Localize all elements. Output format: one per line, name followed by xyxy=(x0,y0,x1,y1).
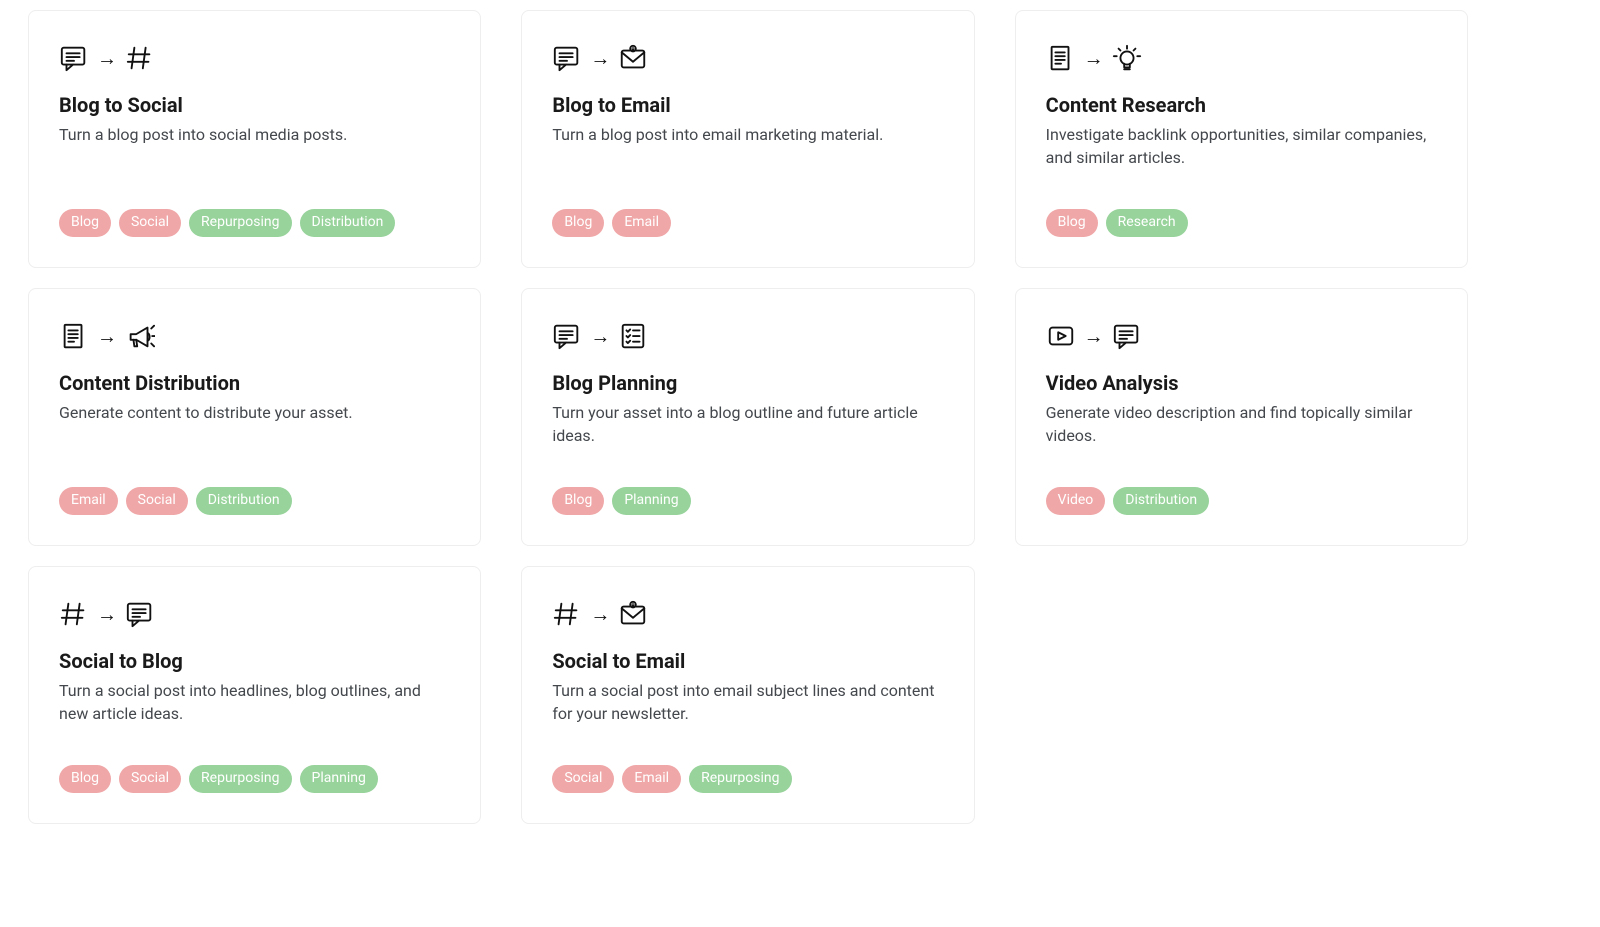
play-icon xyxy=(1046,321,1076,351)
card-tags: Social Email Repurposing xyxy=(552,749,943,793)
card-tags: Blog Social Repurposing Distribution xyxy=(59,193,450,237)
tag-research[interactable]: Research xyxy=(1106,209,1188,237)
tag-social[interactable]: Social xyxy=(119,209,181,237)
tag-planning[interactable]: Planning xyxy=(612,487,690,515)
card-title: Blog Planning xyxy=(552,371,943,395)
tag-planning[interactable]: Planning xyxy=(300,765,378,793)
card-tags: Blog Social Repurposing Planning xyxy=(59,749,450,793)
tag-blog[interactable]: Blog xyxy=(552,487,604,515)
mail-icon xyxy=(618,43,648,73)
arrow-icon: → xyxy=(590,48,610,68)
card-icon-row: → xyxy=(552,597,943,631)
arrow-icon: → xyxy=(590,604,610,624)
card-blog-to-email[interactable]: → Blog to Email Turn a blog post into emai… xyxy=(521,10,974,268)
card-title: Content Distribution xyxy=(59,371,450,395)
tag-social[interactable]: Social xyxy=(126,487,188,515)
card-video-analysis[interactable]: → Video Analysis Generate video descriptio… xyxy=(1015,288,1468,546)
hash-icon xyxy=(552,599,582,629)
card-blog-to-social[interactable]: → Blog to Social Turn a blog post into soc… xyxy=(28,10,481,268)
tag-distribution[interactable]: Distribution xyxy=(196,487,292,515)
arrow-icon: → xyxy=(97,326,117,346)
card-icon-row: → xyxy=(1046,319,1437,353)
card-tags: Blog Email xyxy=(552,193,943,237)
hash-icon xyxy=(59,599,89,629)
card-icon-row: → xyxy=(552,41,943,75)
card-grid: → Blog to Social Turn a blog post into soc… xyxy=(28,10,1468,824)
card-description: Turn a blog post into email marketing ma… xyxy=(552,123,943,146)
hash-icon xyxy=(125,43,155,73)
card-icon-row: → xyxy=(59,597,450,631)
checklist-icon xyxy=(618,321,648,351)
tag-blog[interactable]: Blog xyxy=(552,209,604,237)
card-description: Turn a social post into email subject li… xyxy=(552,679,943,725)
mail-icon xyxy=(618,599,648,629)
chat-icon xyxy=(552,321,582,351)
bulb-icon xyxy=(1112,43,1142,73)
tag-distribution[interactable]: Distribution xyxy=(300,209,396,237)
card-content-research[interactable]: → Content Research Investigate backlink op… xyxy=(1015,10,1468,268)
tag-repurposing[interactable]: Repurposing xyxy=(689,765,791,793)
arrow-icon: → xyxy=(97,48,117,68)
arrow-icon: → xyxy=(97,604,117,624)
card-title: Blog to Email xyxy=(552,93,943,117)
card-icon-row: → xyxy=(59,41,450,75)
doc-icon xyxy=(59,321,89,351)
tag-repurposing[interactable]: Repurposing xyxy=(189,765,291,793)
card-title: Social to Email xyxy=(552,649,943,673)
tag-distribution[interactable]: Distribution xyxy=(1113,487,1209,515)
tag-video[interactable]: Video xyxy=(1046,487,1106,515)
card-icon-row: → xyxy=(59,319,450,353)
tag-social[interactable]: Social xyxy=(119,765,181,793)
card-content-distribution[interactable]: → Content Distribution Generate content to… xyxy=(28,288,481,546)
chat-icon xyxy=(1112,321,1142,351)
arrow-icon: → xyxy=(1084,48,1104,68)
tag-blog[interactable]: Blog xyxy=(1046,209,1098,237)
card-social-to-blog[interactable]: → Social to Blog Turn a social post into h… xyxy=(28,566,481,824)
card-title: Blog to Social xyxy=(59,93,450,117)
tag-email[interactable]: Email xyxy=(59,487,118,515)
chat-icon xyxy=(125,599,155,629)
card-icon-row: → xyxy=(552,319,943,353)
megaphone-icon xyxy=(125,321,155,351)
card-title: Content Research xyxy=(1046,93,1437,117)
card-tags: Blog Planning xyxy=(552,471,943,515)
tag-blog[interactable]: Blog xyxy=(59,209,111,237)
card-description: Turn a social post into headlines, blog … xyxy=(59,679,450,725)
card-description: Generate video description and find topi… xyxy=(1046,401,1437,447)
card-blog-planning[interactable]: → Blog Planning Turn your asset into a blo… xyxy=(521,288,974,546)
card-description: Generate content to distribute your asse… xyxy=(59,401,450,424)
card-title: Social to Blog xyxy=(59,649,450,673)
card-title: Video Analysis xyxy=(1046,371,1437,395)
card-icon-row: → xyxy=(1046,41,1437,75)
arrow-icon: → xyxy=(1084,326,1104,346)
doc-icon xyxy=(1046,43,1076,73)
arrow-icon: → xyxy=(590,326,610,346)
card-description: Investigate backlink opportunities, simi… xyxy=(1046,123,1437,169)
card-tags: Email Social Distribution xyxy=(59,471,450,515)
tag-social[interactable]: Social xyxy=(552,765,614,793)
tag-email[interactable]: Email xyxy=(622,765,681,793)
chat-icon xyxy=(59,43,89,73)
tag-email[interactable]: Email xyxy=(612,209,671,237)
card-description: Turn a blog post into social media posts… xyxy=(59,123,450,146)
card-tags: Blog Research xyxy=(1046,193,1437,237)
card-description: Turn your asset into a blog outline and … xyxy=(552,401,943,447)
tag-repurposing[interactable]: Repurposing xyxy=(189,209,291,237)
card-tags: VideoDistribution xyxy=(1046,471,1437,515)
chat-icon xyxy=(552,43,582,73)
card-social-to-email[interactable]: → Social to Email Turn a social post into … xyxy=(521,566,974,824)
tag-blog[interactable]: Blog xyxy=(59,765,111,793)
